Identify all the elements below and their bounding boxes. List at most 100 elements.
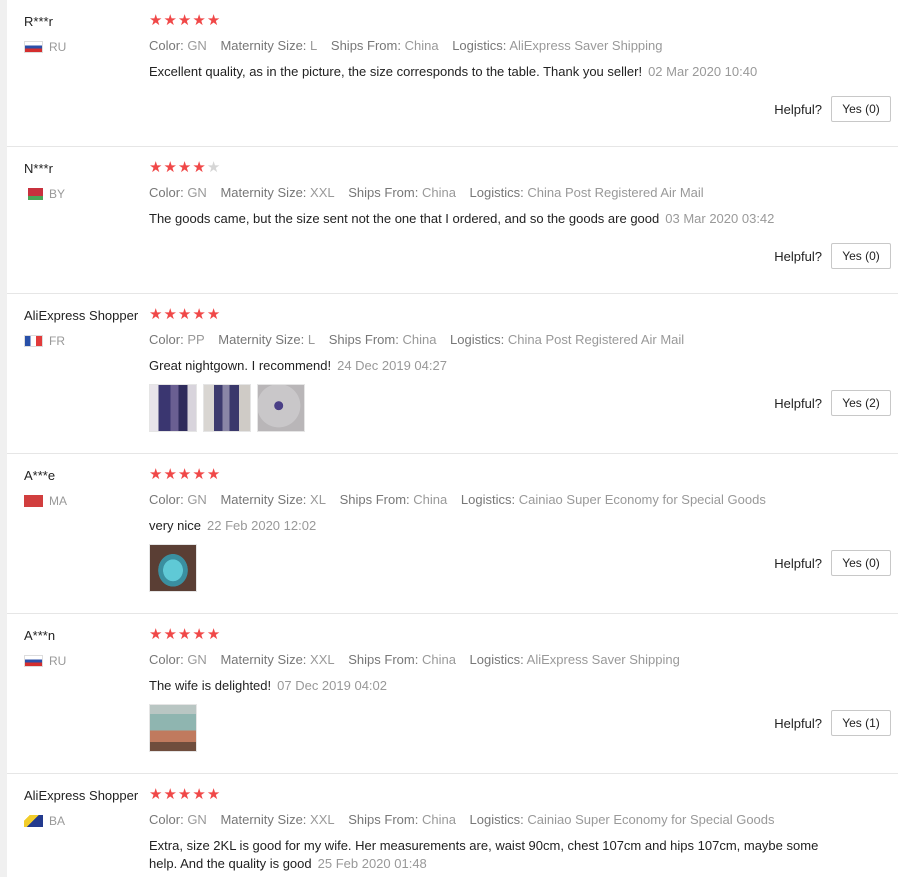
star-icon: ★	[177, 466, 193, 483]
star-icon: ★	[192, 12, 207, 29]
star-icon: ★	[163, 306, 178, 323]
star-icon: ★	[177, 626, 193, 643]
reviewer-name: AliExpress Shopper	[24, 788, 139, 803]
star-icon: ★	[177, 306, 193, 323]
review-date: 07 Dec 2019 04:02	[277, 678, 387, 693]
review-text: very nice 22 Feb 2020 12:02	[149, 518, 317, 533]
country-code: RU	[49, 654, 67, 668]
helpful-label: Helpful?	[774, 555, 822, 571]
star-icon: ★	[163, 466, 178, 483]
property-ships-from: Ships From: China	[348, 185, 456, 200]
review-photo-thumbnail[interactable]	[203, 384, 251, 432]
property-color: Color: GN	[149, 652, 207, 667]
flag-icon	[24, 655, 43, 667]
star-icon: ★	[149, 12, 164, 29]
star-rating: ★★★★★	[149, 307, 221, 322]
property-color: Color: GN	[149, 812, 207, 827]
review-item: A***n RU ★★★★★ Color: GN Maternity Size:…	[7, 614, 898, 774]
property-size: Maternity Size: XXL	[220, 812, 335, 827]
review-photo-thumbnail[interactable]	[149, 544, 197, 592]
review-properties: Color: GN Maternity Size: XXL Ships From…	[149, 185, 714, 200]
reviewer-name: N***r	[24, 161, 53, 176]
review-properties: Color: GN Maternity Size: XXL Ships From…	[149, 812, 785, 827]
review-text: Excellent quality, as in the picture, th…	[149, 64, 758, 79]
review-photos	[149, 384, 311, 432]
flag-icon	[24, 335, 43, 347]
property-ships-from: Ships From: China	[339, 492, 448, 507]
star-icon: ★	[177, 12, 193, 29]
review-date: 24 Dec 2019 04:27	[337, 358, 447, 373]
helpful-yes-button[interactable]: Yes (2)	[831, 390, 891, 416]
star-icon: ★	[149, 626, 164, 643]
helpful-section: Helpful? Yes (0)	[774, 243, 891, 269]
star-icon: ★	[192, 786, 207, 803]
helpful-yes-button[interactable]: Yes (1)	[831, 710, 891, 736]
review-date: 02 Mar 2020 10:40	[648, 64, 758, 79]
property-ships-from: Ships From: China	[348, 652, 456, 667]
left-rule	[0, 0, 7, 877]
review-item: R***r RU ★★★★★ Color: GN Maternity Size:…	[7, 0, 898, 147]
helpful-label: Helpful?	[774, 101, 822, 117]
property-color: Color: PP	[149, 332, 205, 347]
review-item: AliExpress Shopper FR ★★★★★ Color: PP Ma…	[7, 294, 898, 454]
reviewer-name: R***r	[24, 14, 53, 29]
flag-icon	[24, 41, 43, 53]
helpful-label: Helpful?	[774, 248, 822, 264]
review-properties: Color: PP Maternity Size: L Ships From: …	[149, 332, 694, 347]
star-empty-icon: ★	[206, 159, 222, 176]
property-ships-from: Ships From: China	[330, 38, 439, 53]
flag-icon	[24, 815, 43, 827]
star-rating: ★★★★★	[149, 160, 221, 175]
reviewer-country: BA	[24, 814, 65, 828]
helpful-section: Helpful? Yes (0)	[774, 550, 891, 576]
star-icon: ★	[163, 786, 178, 803]
property-size: Maternity Size: XXL	[220, 652, 335, 667]
property-logistics: Logistics: AliExpress Saver Shipping	[469, 652, 680, 667]
star-icon: ★	[163, 12, 178, 29]
property-logistics: Logistics: China Post Registered Air Mai…	[450, 332, 685, 347]
property-size: Maternity Size: XXL	[220, 185, 335, 200]
review-photo-thumbnail[interactable]	[257, 384, 305, 432]
star-icon: ★	[177, 159, 193, 176]
star-icon: ★	[163, 626, 178, 643]
review-date: 22 Feb 2020 12:02	[207, 518, 317, 533]
reviewer-country: RU	[24, 654, 66, 668]
review-text: Great nightgown. I recommend! 24 Dec 2019…	[149, 358, 447, 373]
country-code: BY	[49, 187, 66, 201]
review-properties: Color: GN Maternity Size: XXL Ships From…	[149, 652, 690, 667]
review-text: Extra, size 2KL is good for my wife. Her…	[149, 838, 819, 871]
property-size: Maternity Size: XL	[220, 492, 326, 507]
property-color: Color: GN	[149, 38, 207, 53]
star-icon: ★	[206, 12, 222, 29]
star-icon: ★	[149, 786, 164, 803]
review-date: 25 Feb 2020 01:48	[317, 856, 427, 871]
country-code: MA	[49, 494, 67, 508]
helpful-yes-button[interactable]: Yes (0)	[831, 550, 891, 576]
star-icon: ★	[206, 786, 222, 803]
review-photo-thumbnail[interactable]	[149, 704, 197, 752]
reviewer-country: RU	[24, 40, 66, 54]
star-icon: ★	[149, 466, 164, 483]
review-item: AliExpress Shopper BA ★★★★★ Color: GN Ma…	[7, 774, 898, 877]
property-color: Color: GN	[149, 492, 207, 507]
star-icon: ★	[163, 159, 178, 176]
review-date: 03 Mar 2020 03:42	[665, 211, 775, 226]
flag-icon	[24, 188, 43, 200]
star-icon: ★	[192, 159, 207, 176]
star-icon: ★	[177, 786, 193, 803]
reviewer-country: BY	[24, 187, 65, 201]
star-rating: ★★★★★	[149, 627, 221, 642]
star-icon: ★	[206, 626, 222, 643]
review-photo-thumbnail[interactable]	[149, 384, 197, 432]
helpful-yes-button[interactable]: Yes (0)	[831, 243, 891, 269]
helpful-section: Helpful? Yes (0)	[774, 96, 891, 122]
helpful-section: Helpful? Yes (2)	[774, 390, 891, 416]
property-size: Maternity Size: L	[220, 38, 318, 53]
property-size: Maternity Size: L	[218, 332, 316, 347]
helpful-yes-button[interactable]: Yes (0)	[831, 96, 891, 122]
property-ships-from: Ships From: China	[328, 332, 437, 347]
star-rating: ★★★★★	[149, 787, 221, 802]
star-icon: ★	[149, 159, 164, 176]
property-color: Color: GN	[149, 185, 207, 200]
star-icon: ★	[206, 466, 222, 483]
